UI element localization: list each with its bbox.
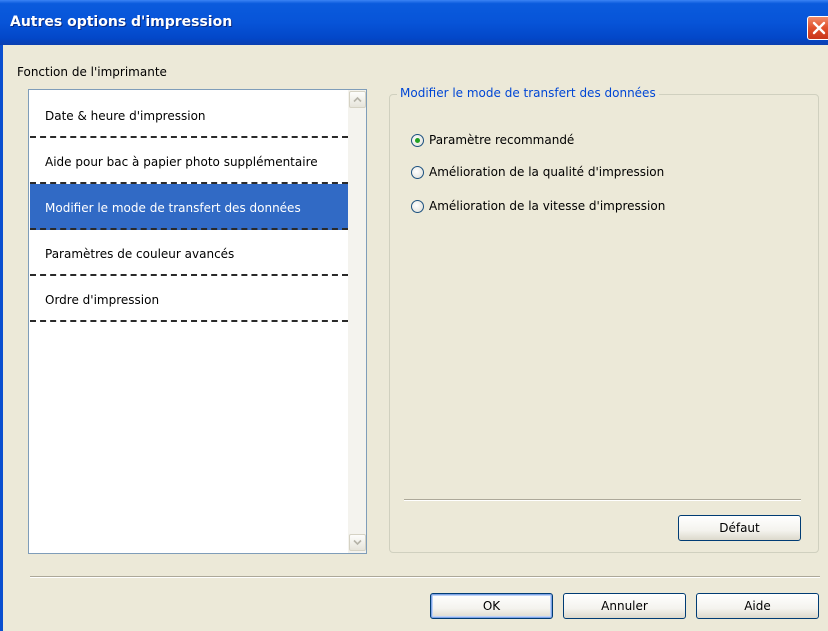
list-item-label: Aide pour bac à papier photo supplémenta… <box>45 155 318 169</box>
list-item-label: Date & heure d'impression <box>45 109 206 123</box>
help-button[interactable]: Aide <box>696 593 819 619</box>
chevron-down-icon <box>353 539 362 546</box>
close-icon <box>812 21 826 35</box>
group-legend: Modifier le mode de transfert des donnée… <box>397 86 659 100</box>
radio-button[interactable] <box>411 133 424 147</box>
radio-label: Amélioration de la qualité d'impression <box>429 165 665 179</box>
function-list[interactable]: Date & heure d'impression Aide pour bac … <box>28 89 367 554</box>
radio-recommended[interactable]: Paramètre recommandé <box>411 131 574 149</box>
radio-label: Paramètre recommandé <box>429 133 575 147</box>
radio-quality[interactable]: Amélioration de la qualité d'impression <box>411 163 664 181</box>
list-scrollbar[interactable] <box>348 90 366 553</box>
default-button[interactable]: Défaut <box>678 515 801 541</box>
radio-button[interactable] <box>411 199 424 213</box>
group-separator <box>404 499 801 501</box>
radio-speed[interactable]: Amélioration de la vitesse d'impression <box>411 197 665 215</box>
list-item-photo-tray[interactable]: Aide pour bac à papier photo supplémenta… <box>30 138 348 184</box>
chevron-up-icon <box>353 96 362 103</box>
radio-button[interactable] <box>411 165 424 179</box>
bottom-separator <box>30 576 820 578</box>
close-button[interactable] <box>807 16 828 40</box>
cancel-button[interactable]: Annuler <box>563 593 686 619</box>
scroll-down-button[interactable] <box>349 534 366 551</box>
title-bar[interactable]: Autres options d'impression <box>0 0 828 45</box>
list-item-label: Paramètres de couleur avancés <box>45 247 235 261</box>
scroll-up-button[interactable] <box>349 91 366 108</box>
list-item-print-order[interactable]: Ordre d'impression <box>30 276 348 322</box>
list-item-date-time[interactable]: Date & heure d'impression <box>30 92 348 138</box>
list-item-label: Ordre d'impression <box>45 293 160 307</box>
radio-label: Amélioration de la vitesse d'impression <box>429 199 666 213</box>
ok-button[interactable]: OK <box>430 593 553 619</box>
list-item-label: Modifier le mode de transfert des donnée… <box>45 201 301 215</box>
window-title: Autres options d'impression <box>10 14 233 30</box>
list-item-transfer-mode[interactable]: Modifier le mode de transfert des donnée… <box>30 184 348 230</box>
section-label: Fonction de l'imprimante <box>17 65 167 79</box>
list-item-color-settings[interactable]: Paramètres de couleur avancés <box>30 230 348 276</box>
